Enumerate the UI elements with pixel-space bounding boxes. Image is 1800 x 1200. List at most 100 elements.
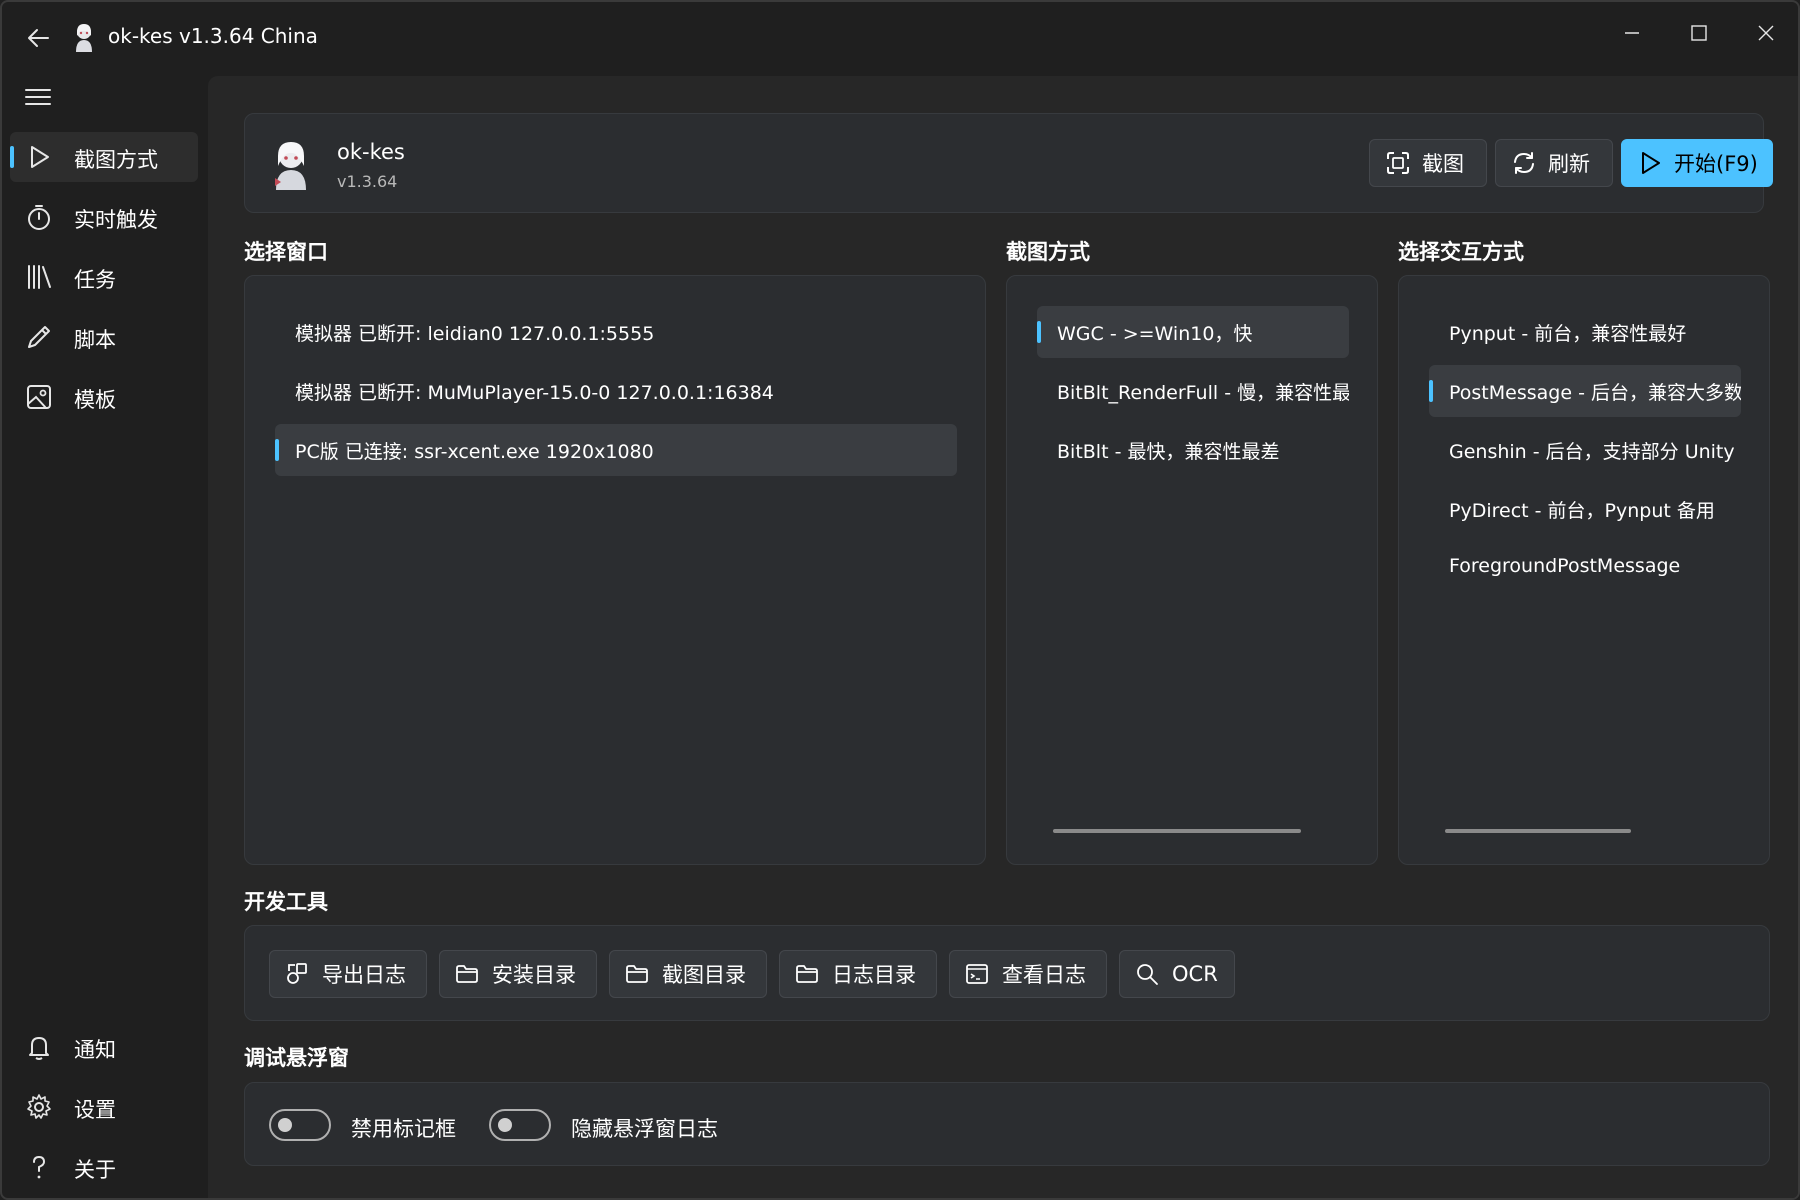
screenshot-icon: [1387, 152, 1409, 174]
sidebar-item-label: 任务: [74, 268, 116, 292]
list-item-text: PyDirect - 前台，Pynput 备用: [1449, 500, 1715, 522]
selection-indicator: [1429, 380, 1433, 402]
list-item[interactable]: BitBlt_RenderFull - 慢，兼容性最好: [1037, 365, 1349, 417]
close-button[interactable]: [1736, 10, 1796, 56]
sidebar-item-label: 设置: [74, 1098, 116, 1122]
refresh-icon: [1514, 152, 1534, 174]
list-item[interactable]: 模拟器 已断开: leidian0 127.0.0.1:5555: [275, 306, 957, 358]
app-header-card: ok-kes v1.3.64 截图 刷新 开始(F9): [244, 113, 1773, 213]
sidebar-item-scripts[interactable]: 脚本: [10, 312, 198, 362]
image-icon: [27, 385, 51, 409]
app-avatar: [275, 142, 306, 190]
sidebar-item-settings[interactable]: 设置: [10, 1082, 198, 1132]
list-item[interactable]: Pynput - 前台，兼容性最好: [1429, 306, 1741, 358]
section-title-select-window: 选择窗口: [244, 240, 328, 264]
sidebar-item-label: 通知: [74, 1038, 116, 1062]
list-item-text: PostMessage - 后台，兼容大多数: [1449, 382, 1741, 404]
horizontal-scrollbar[interactable]: [1445, 829, 1631, 833]
sidebar-item-label: 截图方式: [74, 148, 158, 172]
list-item-text: WGC - >=Win10，快: [1057, 323, 1253, 345]
view-log-label: 查看日志: [1002, 963, 1086, 987]
list-item-text: 模拟器 已断开: MuMuPlayer-15.0-0 127.0.0.1:163…: [295, 382, 774, 404]
app-window: ok-kes v1.3.64 China 截图方式 实时触发 任务 脚本 模板: [0, 0, 1800, 1200]
selection-indicator: [1037, 321, 1041, 343]
view-log-button[interactable]: 查看日志: [949, 950, 1107, 998]
toggle-knob: [278, 1118, 292, 1132]
main-content: ok-kes v1.3.64 截图 刷新 开始(F9) 选择窗口 截图方式 选择…: [208, 76, 1798, 1198]
selection-indicator: [10, 146, 14, 168]
app-logo-icon: [76, 24, 92, 52]
disable-markers-label: 禁用标记框: [351, 1117, 456, 1141]
refresh-button[interactable]: 刷新: [1495, 139, 1613, 187]
folder-icon: [456, 965, 478, 983]
back-arrow-icon[interactable]: [22, 22, 54, 54]
minimize-icon: [1625, 32, 1639, 34]
list-item-text: Genshin - 后台，支持部分 Unity 游戏: [1449, 441, 1741, 463]
list-item-text: PC版 已连接: ssr-xcent.exe 1920x1080: [295, 441, 654, 463]
interaction-method-list: Pynput - 前台，兼容性最好 PostMessage - 后台，兼容大多数…: [1398, 275, 1770, 865]
close-icon: [1758, 25, 1774, 41]
screenshot-dir-label: 截图目录: [662, 963, 746, 987]
sidebar-item-notifications[interactable]: 通知: [10, 1022, 198, 1072]
screenshot-dir-button[interactable]: 截图目录: [609, 950, 767, 998]
list-item[interactable]: BitBlt - 最快，兼容性最差: [1037, 424, 1349, 476]
refresh-label: 刷新: [1548, 152, 1590, 176]
list-item-selected[interactable]: WGC - >=Win10，快: [1037, 306, 1349, 358]
maximize-icon: [1691, 25, 1707, 41]
list-item-text: BitBlt - 最快，兼容性最差: [1057, 441, 1280, 463]
start-button[interactable]: 开始(F9): [1621, 139, 1773, 187]
section-title-interaction: 选择交互方式: [1398, 240, 1524, 264]
section-title-capture-method: 截图方式: [1006, 240, 1090, 264]
app-version: v1.3.64: [337, 172, 398, 191]
window-list: 模拟器 已断开: leidian0 127.0.0.1:5555 模拟器 已断开…: [244, 275, 986, 865]
export-log-label: 导出日志: [322, 963, 406, 987]
folder-icon: [626, 965, 648, 983]
question-icon: [33, 1155, 46, 1179]
sidebar-item-label: 实时触发: [74, 208, 158, 232]
sidebar-item-capture[interactable]: 截图方式: [10, 132, 198, 182]
list-item[interactable]: PyDirect - 前台，Pynput 备用: [1429, 483, 1741, 535]
export-log-button[interactable]: 导出日志: [269, 950, 427, 998]
log-dir-label: 日志目录: [832, 963, 916, 987]
install-dir-label: 安装目录: [492, 963, 576, 987]
sidebar-item-label: 模板: [74, 388, 116, 412]
list-item-selected[interactable]: PC版 已连接: ssr-xcent.exe 1920x1080: [275, 424, 957, 476]
list-item[interactable]: 模拟器 已断开: MuMuPlayer-15.0-0 127.0.0.1:163…: [275, 365, 957, 417]
list-item-selected[interactable]: PostMessage - 后台，兼容大多数: [1429, 365, 1741, 417]
export-log-icon: [287, 963, 307, 984]
hide-float-log-toggle[interactable]: [489, 1109, 551, 1141]
horizontal-scrollbar[interactable]: [1053, 829, 1301, 833]
toggle-knob: [498, 1118, 512, 1132]
ocr-button[interactable]: OCR: [1119, 950, 1235, 998]
log-dir-button[interactable]: 日志目录: [779, 950, 937, 998]
minimize-button[interactable]: [1602, 10, 1662, 56]
sidebar-item-about[interactable]: 关于: [10, 1142, 198, 1192]
sidebar-item-templates[interactable]: 模板: [10, 372, 198, 422]
play-icon: [31, 146, 49, 168]
gear-icon: [27, 1094, 51, 1119]
list-item[interactable]: Genshin - 后台，支持部分 Unity 游戏: [1429, 424, 1741, 476]
section-title-dev-tools: 开发工具: [244, 890, 328, 914]
library-icon: [28, 265, 51, 289]
list-item-text: BitBlt_RenderFull - 慢，兼容性最好: [1057, 382, 1349, 404]
screenshot-button[interactable]: 截图: [1369, 139, 1487, 187]
play-icon: [1642, 152, 1660, 174]
sidebar-item-tasks[interactable]: 任务: [10, 252, 198, 302]
sidebar-item-label: 关于: [74, 1158, 116, 1182]
list-item-text: ForegroundPostMessage: [1449, 555, 1681, 577]
hamburger-menu-icon[interactable]: [22, 80, 56, 114]
app-name: ok-kes: [337, 140, 405, 164]
list-item-text: Pynput - 前台，兼容性最好: [1449, 323, 1687, 345]
bell-icon: [29, 1037, 49, 1060]
sidebar-item-label: 脚本: [74, 328, 116, 352]
dev-tools-card: 导出日志 安装目录 截图目录 日志目录 查看日志 OCR: [244, 925, 1770, 1021]
list-item[interactable]: ForegroundPostMessage: [1429, 542, 1741, 594]
install-dir-button[interactable]: 安装目录: [439, 950, 597, 998]
sidebar-item-realtime[interactable]: 实时触发: [10, 192, 198, 242]
capture-method-list: WGC - >=Win10，快 BitBlt_RenderFull - 慢，兼容…: [1006, 275, 1378, 865]
start-label: 开始(F9): [1674, 152, 1758, 176]
title-bar: ok-kes v1.3.64 China: [2, 2, 1798, 74]
disable-markers-toggle[interactable]: [269, 1109, 331, 1141]
debug-float-card: 禁用标记框 隐藏悬浮窗日志: [244, 1082, 1770, 1166]
maximize-button[interactable]: [1669, 10, 1729, 56]
